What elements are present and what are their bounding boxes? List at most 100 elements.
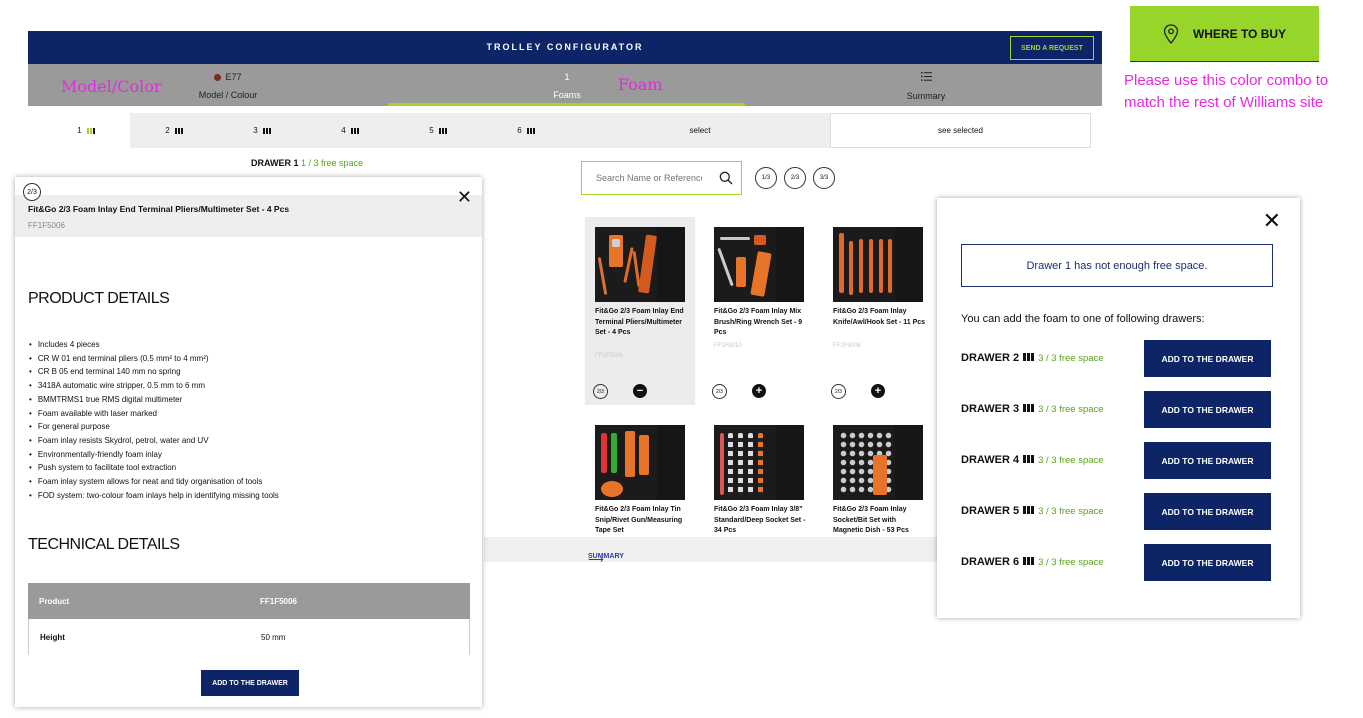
search-box xyxy=(581,161,742,195)
add-to-drawer-5-button[interactable]: ADD TO THE DRAWER xyxy=(1144,493,1271,530)
drawer-label: DRAWER 3 xyxy=(961,403,1020,415)
table-row: Height 50 mm xyxy=(28,619,470,655)
product-details-list: Includes 4 pieces CR W 01 end terminal p… xyxy=(29,338,279,502)
drawer-option-3: DRAWER 3 3 / 3 free space ADD TO THE DRAW… xyxy=(961,391,1273,428)
drawer-tab-4[interactable]: 4 xyxy=(306,113,394,148)
capacity-icon xyxy=(1023,353,1035,361)
product-size-badge: 2/3 xyxy=(831,384,846,399)
drawer-free-space: 3 / 3 free space xyxy=(1038,404,1104,415)
size-filter-3-3[interactable]: 3/3 xyxy=(813,167,835,189)
table-header-value: FF1F5006 xyxy=(260,596,297,606)
list-item: Push system to facilitate tool extractio… xyxy=(29,461,279,475)
product-image xyxy=(595,425,685,500)
technical-table: Product FF1F5006 Height 50 mm xyxy=(28,583,470,655)
add-to-drawer-button[interactable]: ADD TO THE DRAWER xyxy=(201,670,299,696)
product-card[interactable]: Fit&Go 2/3 Foam Inlay Knife/Awl/Hook Set… xyxy=(823,217,933,405)
drawer-tab-number: 3 xyxy=(253,126,258,135)
product-image xyxy=(833,425,923,500)
product-size-badge: 2/3 xyxy=(712,384,727,399)
product-details-heading: PRODUCT DETAILS xyxy=(28,290,170,307)
drawer-tab-number: 1 xyxy=(77,126,82,135)
product-ref: FF1F5006 xyxy=(595,353,623,359)
list-item: Foam inlay system allows for neat and ti… xyxy=(29,475,279,489)
product-name: Fit&Go 2/3 Foam Inlay Socket/Bit Set wit… xyxy=(833,506,909,534)
summary-link[interactable]: SUMMARY ⟶ xyxy=(484,537,939,566)
drawer-option-6: DRAWER 6 3 / 3 free space ADD TO THE DRAW… xyxy=(961,544,1273,581)
where-to-buy-button[interactable]: WHERE TO BUY xyxy=(1130,6,1319,62)
add-product-button[interactable]: + xyxy=(871,384,885,398)
product-name: Fit&Go 2/3 Foam Inlay End Terminal Plier… xyxy=(595,308,684,336)
drawer-tab-5[interactable]: 5 xyxy=(394,113,482,148)
add-product-button[interactable]: + xyxy=(752,384,766,398)
product-card[interactable]: Fit&Go 2/3 Foam Inlay Mix Brush/Ring Wre… xyxy=(704,217,814,405)
step-summary[interactable]: Summary xyxy=(826,64,1026,106)
list-item: BMMTRMS1 true RMS digital multimeter xyxy=(29,393,279,407)
capacity-icon xyxy=(262,127,271,134)
model-value: E77 xyxy=(225,72,242,82)
modal-title: Fit&Go 2/3 Foam Inlay End Terminal Plier… xyxy=(28,204,290,214)
capacity-icon xyxy=(1023,404,1035,412)
drawer-free-space: 3 / 3 free space xyxy=(1038,557,1104,568)
where-to-buy-label: WHERE TO BUY xyxy=(1192,26,1287,41)
product-name: Fit&Go 2/3 Foam Inlay Knife/Awl/Hook Set… xyxy=(833,308,926,326)
add-to-drawer-2-button[interactable]: ADD TO THE DRAWER xyxy=(1144,340,1271,377)
drawer-tab-number: 6 xyxy=(517,126,522,135)
table-header: Product FF1F5006 xyxy=(28,583,470,619)
product-card[interactable]: Fit&Go 2/3 Foam Inlay End Terminal Plier… xyxy=(585,217,695,405)
product-ref: FF1F5008 xyxy=(833,343,861,349)
drawer-status: DRAWER 1 1 / 3 free space xyxy=(251,158,363,168)
product-card[interactable]: Fit&Go 2/3 Foam Inlay Tin Snip/Rivet Gun… xyxy=(585,415,695,537)
list-item: 3418A automatic wire stripper, 0.5 mm to… xyxy=(29,379,279,393)
drawer-status-free: 1 / 3 free space xyxy=(301,158,364,168)
colour-swatch xyxy=(214,74,222,81)
drawer-tab-3[interactable]: 3 xyxy=(218,113,306,148)
close-icon[interactable]: ✕ xyxy=(1263,208,1281,234)
product-name: Fit&Go 2/3 Foam Inlay 3/8" Standard/Deep… xyxy=(714,506,806,534)
capacity-icon xyxy=(350,127,359,134)
capacity-icon xyxy=(86,127,95,134)
list-item: CR W 01 end terminal pliers (0.5 mm² to … xyxy=(29,352,279,366)
list-item: For general purpose xyxy=(29,420,279,434)
product-image xyxy=(714,227,804,302)
product-image xyxy=(714,425,804,500)
close-icon[interactable]: ✕ xyxy=(457,187,472,208)
product-card[interactable]: Fit&Go 2/3 Foam Inlay 3/8" Standard/Deep… xyxy=(704,415,814,537)
drawer-option-2: DRAWER 2 3 / 3 free space ADD TO THE DRAW… xyxy=(961,340,1273,377)
product-detail-modal: 2/3 ✕ Fit&Go 2/3 Foam Inlay End Terminal… xyxy=(15,177,482,707)
configurator-title: TROLLEY CONFIGURATOR xyxy=(486,42,644,52)
product-card[interactable]: Fit&Go 2/3 Foam Inlay Socket/Bit Set wit… xyxy=(823,415,933,537)
table-header-label: Product xyxy=(39,596,70,606)
modal-ref: FF1F5006 xyxy=(28,221,65,230)
size-filter-1-3[interactable]: 1/3 xyxy=(755,167,777,189)
table-cell-label: Height xyxy=(40,632,65,642)
drawer-tab-see-selected[interactable]: see selected xyxy=(830,113,1091,148)
drawer-tab-number: 2 xyxy=(165,126,170,135)
drawer-tab-2[interactable]: 2 xyxy=(130,113,218,148)
list-icon xyxy=(826,72,1026,83)
remove-product-button[interactable]: − xyxy=(633,384,647,398)
size-badge: 2/3 xyxy=(23,183,41,201)
drawer-tab-select[interactable]: select xyxy=(570,113,830,148)
search-input[interactable] xyxy=(582,162,702,194)
top-header: TROLLEY CONFIGURATOR SEND A REQUEST xyxy=(28,31,1102,64)
product-image xyxy=(595,227,685,302)
size-filter-2-3[interactable]: 2/3 xyxy=(784,167,806,189)
drawer-tab-number: 4 xyxy=(341,126,346,135)
list-item: Environmentally-friendly foam inlay xyxy=(29,448,279,462)
add-to-drawer-4-button[interactable]: ADD TO THE DRAWER xyxy=(1144,442,1271,479)
drawer-tab-number: 5 xyxy=(429,126,434,135)
drawer-tab-6[interactable]: 6 xyxy=(482,113,570,148)
add-to-drawer-3-button[interactable]: ADD TO THE DRAWER xyxy=(1144,391,1271,428)
modal-header xyxy=(15,195,482,237)
drawer-label: DRAWER 2 xyxy=(961,352,1020,364)
product-ref: FF1F5010 xyxy=(714,343,742,349)
location-pin-icon xyxy=(1163,23,1179,44)
send-request-button[interactable]: SEND A REQUEST xyxy=(1010,36,1094,60)
list-item: Foam available with laser marked xyxy=(29,407,279,421)
annotation-model-color: Model/Color xyxy=(61,77,162,96)
drawer-tab-1[interactable]: 1 xyxy=(42,113,130,148)
add-to-drawer-6-button[interactable]: ADD TO THE DRAWER xyxy=(1144,544,1271,581)
search-icon[interactable] xyxy=(719,171,733,185)
step-summary-label: Summary xyxy=(906,91,946,101)
product-name: Fit&Go 2/3 Foam Inlay Mix Brush/Ring Wre… xyxy=(714,308,803,336)
